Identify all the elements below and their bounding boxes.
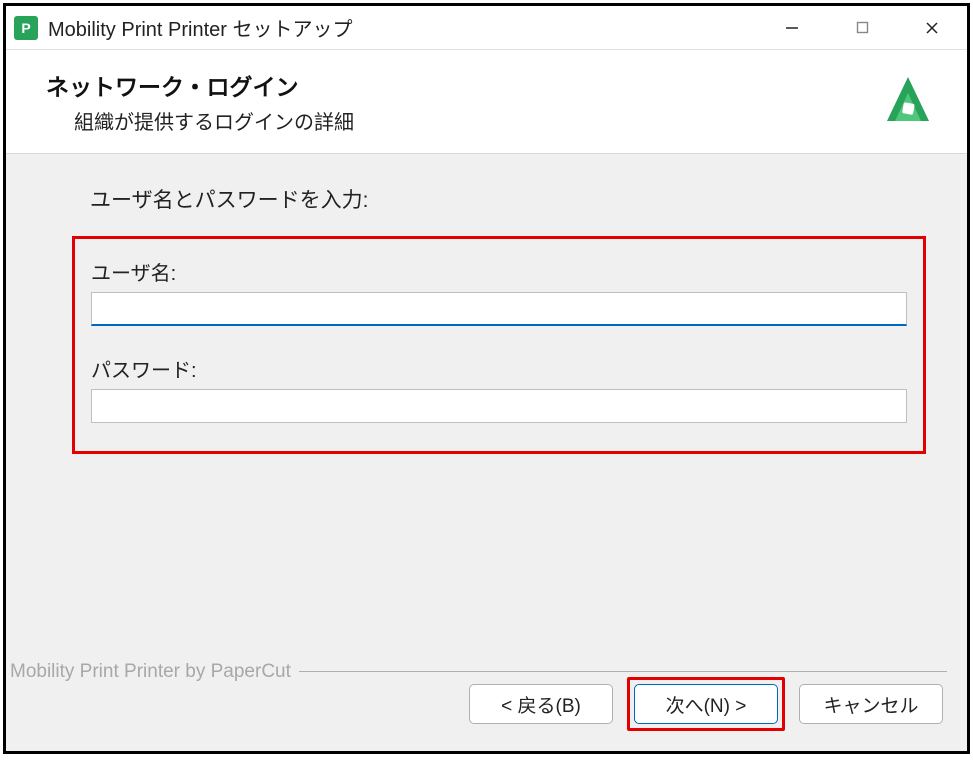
- close-button[interactable]: [897, 6, 967, 49]
- setup-window: P Mobility Print Printer セットアップ ネットワーク・ロ…: [3, 3, 970, 754]
- next-button[interactable]: 次へ(N) >: [634, 684, 778, 724]
- footer: Mobility Print Printer by PaperCut < 戻る(…: [6, 661, 967, 751]
- password-label: パスワード:: [91, 354, 907, 383]
- instruction-text: ユーザ名とパスワードを入力:: [90, 184, 917, 214]
- titlebar: P Mobility Print Printer セットアップ: [6, 6, 967, 50]
- username-input[interactable]: [91, 292, 907, 326]
- password-group: パスワード:: [91, 354, 907, 423]
- page-title: ネットワーク・ログイン: [46, 68, 877, 102]
- header-panel: ネットワーク・ログイン 組織が提供するログインの詳細: [6, 50, 967, 154]
- next-button-highlight: 次へ(N) >: [627, 677, 785, 731]
- cancel-button[interactable]: キャンセル: [799, 684, 943, 724]
- window-title: Mobility Print Printer セットアップ: [48, 13, 757, 42]
- minimize-icon: [785, 21, 799, 35]
- page-subtitle: 組織が提供するログインの詳細: [74, 106, 877, 135]
- back-button[interactable]: < 戻る(B): [469, 684, 613, 724]
- app-icon: P: [14, 16, 38, 40]
- header-texts: ネットワーク・ログイン 組織が提供するログインの詳細: [46, 68, 877, 135]
- papercut-logo-icon: [877, 71, 939, 133]
- username-label: ユーザ名:: [91, 257, 907, 286]
- credentials-form-highlight: ユーザ名: パスワード:: [72, 236, 926, 454]
- maximize-button[interactable]: [827, 6, 897, 49]
- brand-text: Mobility Print Printer by PaperCut: [10, 661, 299, 683]
- window-controls: [757, 6, 967, 49]
- password-input[interactable]: [91, 389, 907, 423]
- minimize-button[interactable]: [757, 6, 827, 49]
- close-icon: [925, 21, 939, 35]
- app-icon-letter: P: [21, 20, 30, 36]
- username-group: ユーザ名:: [91, 257, 907, 326]
- wizard-buttons: < 戻る(B) 次へ(N) > キャンセル: [469, 677, 943, 731]
- maximize-icon: [856, 21, 869, 34]
